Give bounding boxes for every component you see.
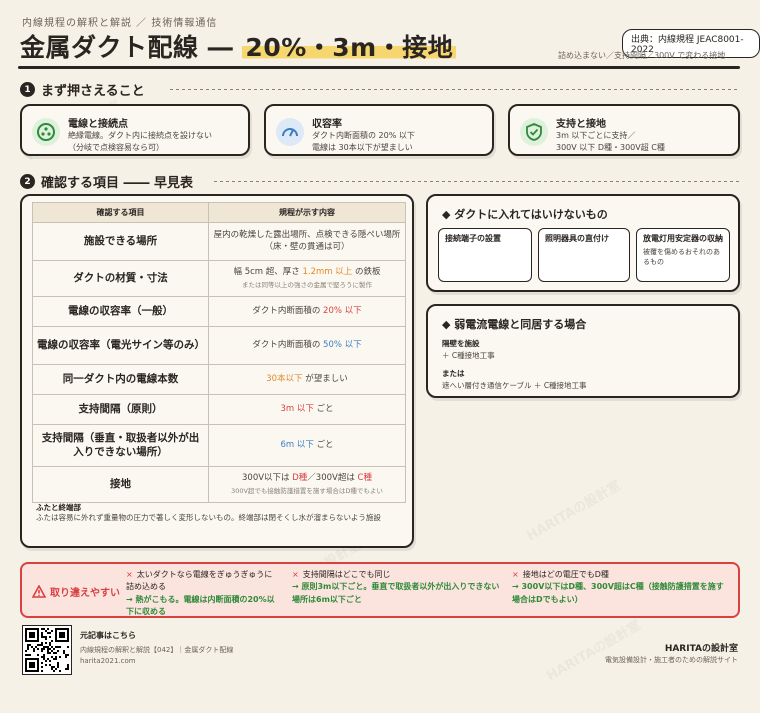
card-title: 支持と接地 bbox=[556, 119, 606, 130]
article-link-heading: 元記事はこちら bbox=[80, 631, 136, 640]
table-row: 電線の収容率（電光サイン等のみ） ダクト内断面積の 50% 以下 bbox=[32, 326, 406, 365]
card-title: 収容率 bbox=[312, 119, 342, 130]
forbidden-item-desc: 被覆を傷めるおそれのあるもの bbox=[643, 247, 720, 266]
weak-current-detail: ＋ C種接地工事 bbox=[442, 351, 495, 360]
weak-current-panel: ◆ 弱電流電線と同居する場合 隔壁を施設 ＋ C種接地工事 または 遮へい層付き… bbox=[426, 304, 740, 398]
watermark: HARITAの設計室 bbox=[544, 618, 644, 685]
panel-title: ◆ 弱電流電線と同居する場合 bbox=[442, 318, 587, 331]
check-item: 電線の収容率（電光サイン等のみ） bbox=[32, 326, 209, 365]
section-title: まず押さえること bbox=[41, 84, 145, 99]
brand-name: HARITAの設計室 bbox=[664, 644, 738, 654]
brand-tagline: 電気設備設計・施工者のための解説サイト bbox=[605, 656, 738, 664]
mistake-wrong: 接地はどの電圧でもD種 bbox=[522, 570, 609, 579]
weak-current-option: 隔壁を施設 bbox=[442, 339, 480, 348]
check-item: 支持間隔（垂直・取扱者以外が出入りできない場所） bbox=[32, 424, 209, 467]
forbidden-item: 接続端子の設置 bbox=[438, 228, 532, 282]
section-number: 1 bbox=[20, 82, 35, 97]
mistake-item: × 太いダクトなら電線をぎゅうぎゅうに詰め込める → 熱がこもる。電線は内断面積の… bbox=[126, 569, 276, 619]
table-row: 接地 300V以下は D種／300V超は C種 300V超でも接触防護措置を施す場合… bbox=[32, 466, 406, 503]
section-number: 2 bbox=[20, 174, 35, 189]
connection-point-icon bbox=[32, 118, 60, 146]
gauge-icon bbox=[276, 118, 304, 146]
table-row: 支持間隔（原則） 3m 以下 ごと bbox=[32, 394, 406, 425]
card-line: （分岐で点検容易なら可） bbox=[68, 143, 164, 152]
watermark: HARITAの設計室 bbox=[524, 478, 624, 545]
table-row: 支持間隔（垂直・取扱者以外が出入りできない場所） 6m 以下 ごと bbox=[32, 424, 406, 467]
title-highlight: 20%・3m・接地 bbox=[242, 33, 457, 62]
check-item: ダクトの材質・寸法 bbox=[32, 260, 209, 297]
quick-reference-panel: 確認する項目 規程が示す内容 施設できる場所 屋内の乾燥した露出場所、点検できる隠… bbox=[20, 194, 414, 548]
table-row: 施設できる場所 屋内の乾燥した露出場所、点検できる隠ぺい場所（床・壁の貫通は可） bbox=[32, 222, 406, 261]
rule-content: ダクト内断面積の 50% 以下 bbox=[208, 326, 406, 365]
mistake-item: × 接地はどの電圧でもD種 → 300V以下はD種、300V超はC種（接触防護措置… bbox=[512, 569, 730, 606]
weak-current-option: または bbox=[442, 369, 465, 378]
article-link-title[interactable]: 内線規程の解釈と解説【042】｜金属ダクト配線 bbox=[80, 645, 233, 655]
warning-label: 取り違えやすい bbox=[32, 584, 120, 599]
rule-content: 3m 以下 ごと bbox=[208, 394, 406, 425]
page-title: 金属ダクト配線 ― 20%・3m・接地 bbox=[20, 28, 457, 64]
footnote-heading: ふたと終端部 bbox=[36, 503, 81, 512]
section-divider bbox=[214, 181, 740, 182]
card-line: ダクト内断面積の 20% 以下 bbox=[312, 131, 415, 140]
mistake-correct: → 熱がこもる。電線は内断面積の20%以下に収める bbox=[126, 594, 275, 617]
section-2-heading: 2 確認する項目 ―― 早見表 bbox=[20, 172, 193, 191]
rule-content: 幅 5cm 超、厚さ 1.2mm 以上 の鉄板 または同等以上の強さの金属で堅ろう… bbox=[208, 260, 406, 297]
rule-content: ダクト内断面積の 20% 以下 bbox=[208, 296, 406, 327]
column-header: 規程が示す内容 bbox=[208, 202, 406, 223]
card-line: 絶縁電線。ダクト内に接続点を設けない bbox=[68, 131, 212, 140]
forbidden-item: 放電灯用安定器の収納 被覆を傷めるおそれのあるもの bbox=[636, 228, 730, 282]
mistake-wrong: 支持間隔はどこでも同じ bbox=[302, 570, 391, 579]
table-header-row: 確認する項目 規程が示す内容 bbox=[32, 202, 406, 223]
section-title: 確認する項目 ―― 早見表 bbox=[41, 176, 194, 191]
card-line: 300V 以下 D種・300V超 C種 bbox=[556, 143, 665, 152]
section-divider bbox=[170, 89, 740, 90]
rule-content: 屋内の乾燥した露出場所、点検できる隠ぺい場所（床・壁の貫通は可） bbox=[208, 222, 406, 261]
forbidden-item-title: 照明器具の直付け bbox=[545, 234, 609, 243]
forbidden-item: 照明器具の直付け bbox=[538, 228, 630, 282]
table-row: 電線の収容率（一般） ダクト内断面積の 20% 以下 bbox=[32, 296, 406, 327]
weak-current-detail: 遮へい層付き通信ケーブル ＋ C種接地工事 bbox=[442, 381, 587, 390]
card-wire-connection: 電線と接続点 絶縁電線。ダクト内に接続点を設けない （分岐で点検容易なら可） bbox=[20, 104, 250, 156]
check-item: 接地 bbox=[32, 466, 209, 503]
check-item: 支持間隔（原則） bbox=[32, 394, 209, 425]
mistake-wrong: 太いダクトなら電線をぎゅうぎゅうに詰め込める bbox=[126, 570, 273, 592]
column-header: 確認する項目 bbox=[32, 202, 209, 223]
qr-code[interactable] bbox=[22, 625, 72, 675]
card-fill-ratio: 収容率 ダクト内断面積の 20% 以下 電線は 30本以下が望ましい bbox=[264, 104, 494, 156]
rule-content: 6m 以下 ごと bbox=[208, 424, 406, 467]
rule-content: 300V以下は D種／300V超は C種 300V超でも接触防護措置を施す場合はD… bbox=[208, 466, 406, 503]
section-1-heading: 1 まず押さえること bbox=[20, 80, 145, 99]
rule-content: 30本以下 が望ましい bbox=[208, 364, 406, 395]
card-title: 電線と接続点 bbox=[68, 119, 128, 130]
card-line: 3m 以下ごとに支持／ bbox=[556, 131, 636, 140]
quick-reference-table: 確認する項目 規程が示す内容 施設できる場所 屋内の乾燥した露出場所、点検できる隠… bbox=[32, 202, 406, 503]
panel-title: ◆ ダクトに入れてはいけないもの bbox=[442, 208, 608, 221]
common-mistakes-box: 取り違えやすい × 太いダクトなら電線をぎゅうぎゅうに詰め込める → 熱がこもる。… bbox=[20, 562, 740, 618]
card-line: 電線は 30本以下が望ましい bbox=[312, 143, 413, 152]
table-row: ダクトの材質・寸法幅 5cm 超、厚さ 1.2mm 以上 の鉄板 または同等以上の… bbox=[32, 260, 406, 297]
title-underline bbox=[18, 66, 740, 69]
mistake-item: × 支持間隔はどこでも同じ → 原則3m以下ごと。垂直で取扱者以外が出入りできない… bbox=[292, 569, 502, 606]
shield-check-icon bbox=[520, 118, 548, 146]
check-item: 電線の収容率（一般） bbox=[32, 296, 209, 327]
mistake-correct: → 原則3m以下ごと。垂直で取扱者以外が出入りできない場所は6m以下ごと bbox=[292, 582, 500, 604]
forbidden-item-title: 接続端子の設置 bbox=[445, 234, 501, 243]
check-item: 同一ダクト内の電線本数 bbox=[32, 364, 209, 395]
forbidden-items-panel: ◆ ダクトに入れてはいけないもの 接続端子の設置 照明器具の直付け 放電灯用安定… bbox=[426, 194, 740, 292]
warning-label-text: 取り違えやすい bbox=[50, 588, 120, 599]
article-link-url[interactable]: harita2021.com bbox=[80, 657, 136, 665]
card-support-ground: 支持と接地 3m 以下ごとに支持／ 300V 以下 D種・300V超 C種 bbox=[508, 104, 740, 156]
forbidden-item-title: 放電灯用安定器の収納 bbox=[643, 234, 723, 243]
warning-icon bbox=[32, 585, 46, 598]
header-subnote: 詰め込まない／支持間隔／300V で変わる接地 bbox=[558, 51, 726, 60]
check-item: 施設できる場所 bbox=[32, 222, 209, 261]
mistake-correct: → 300V以下はD種、300V超はC種（接触防護措置を施す場合はDでもよい） bbox=[512, 582, 724, 604]
breadcrumb: 内線規程の解釈と解説 ／ 技術情報通信 bbox=[22, 18, 218, 29]
footnote-text: ふたは容易に外れず重量物の圧力で著しく変形しないもの。終端部は閉そくし水が溜まら… bbox=[36, 513, 381, 522]
table-row: 同一ダクト内の電線本数 30本以下 が望ましい bbox=[32, 364, 406, 395]
